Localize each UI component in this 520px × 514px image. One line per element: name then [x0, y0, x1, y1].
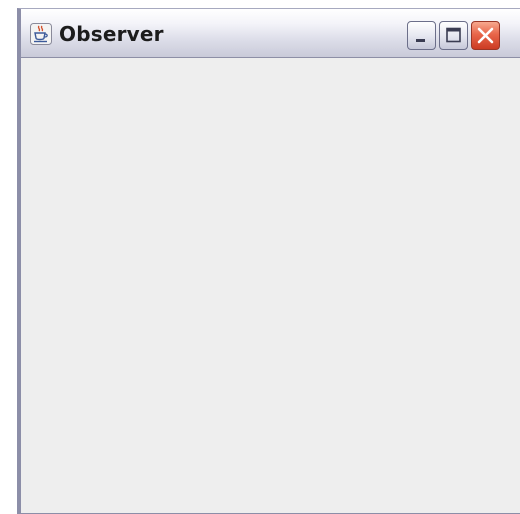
maximize-icon [446, 27, 461, 43]
maximize-button[interactable] [439, 21, 468, 50]
observer-window: Observer [17, 8, 520, 514]
java-cup-icon[interactable] [30, 23, 52, 45]
close-icon [477, 27, 494, 44]
close-button[interactable] [471, 21, 500, 50]
window-title: Observer [59, 22, 164, 46]
window-titlebar[interactable]: Observer [21, 9, 520, 58]
minimize-icon [416, 39, 425, 42]
window-content-pane [21, 58, 520, 513]
minimize-button[interactable] [407, 21, 436, 50]
